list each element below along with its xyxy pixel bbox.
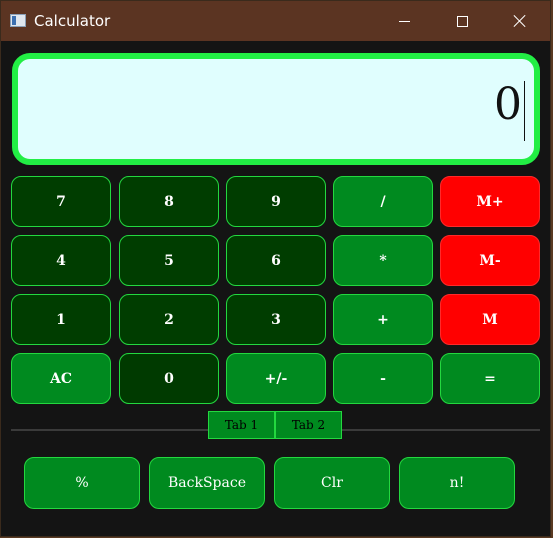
maximize-icon — [456, 15, 468, 27]
key-0[interactable]: 0 — [119, 353, 219, 404]
tab-1[interactable]: Tab 1 — [208, 411, 275, 439]
key-clear[interactable]: Clr — [274, 457, 390, 509]
key-percent[interactable]: % — [24, 457, 140, 509]
key-equals[interactable]: = — [440, 353, 540, 404]
title-bar[interactable]: Calculator — [1, 1, 550, 41]
key-memory-recall[interactable]: M — [440, 294, 540, 345]
display-value: 0 — [494, 79, 522, 130]
minimize-icon — [398, 20, 410, 22]
key-3[interactable]: 3 — [226, 294, 326, 345]
close-icon — [513, 14, 527, 28]
key-multiply[interactable]: * — [333, 235, 433, 286]
key-backspace[interactable]: BackSpace — [149, 457, 265, 509]
minimize-button[interactable] — [375, 1, 433, 41]
close-button[interactable] — [491, 1, 549, 41]
key-divide[interactable]: / — [333, 176, 433, 227]
key-6[interactable]: 6 — [226, 235, 326, 286]
tab-2[interactable]: Tab 2 — [275, 411, 342, 439]
key-add[interactable]: + — [333, 294, 433, 345]
key-2[interactable]: 2 — [119, 294, 219, 345]
key-subtract[interactable]: - — [333, 353, 433, 404]
key-factorial[interactable]: n! — [399, 457, 515, 509]
calculator-window: Calculator 0 7 8 9 / M+ 4 5 6 * M- 1 2 3… — [0, 0, 551, 537]
key-memory-subtract[interactable]: M- — [440, 235, 540, 286]
window-title: Calculator — [34, 12, 111, 30]
text-caret — [523, 81, 525, 141]
display-field[interactable]: 0 — [12, 53, 540, 165]
key-7[interactable]: 7 — [11, 176, 111, 227]
key-negate[interactable]: +/- — [226, 353, 326, 404]
key-4[interactable]: 4 — [11, 235, 111, 286]
key-8[interactable]: 8 — [119, 176, 219, 227]
maximize-button[interactable] — [433, 1, 491, 41]
key-memory-add[interactable]: M+ — [440, 176, 540, 227]
key-5[interactable]: 5 — [119, 235, 219, 286]
key-1[interactable]: 1 — [11, 294, 111, 345]
key-all-clear[interactable]: AC — [11, 353, 111, 404]
app-window-icon — [10, 14, 26, 27]
key-9[interactable]: 9 — [226, 176, 326, 227]
